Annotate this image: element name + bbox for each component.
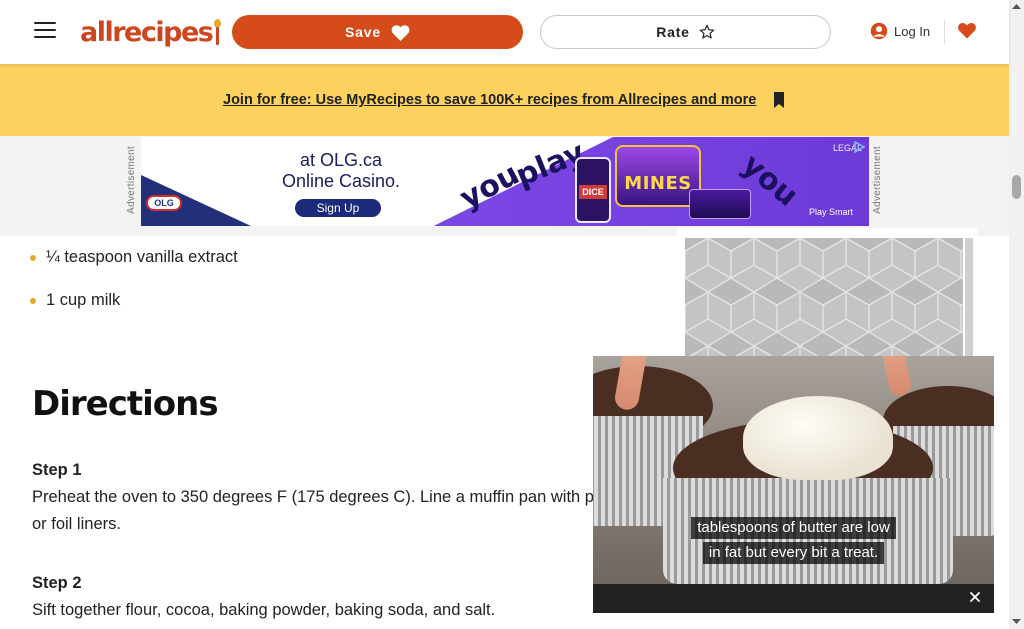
- ad-headline: at OLG.ca Online Casino.: [261, 150, 421, 192]
- olg-logo: OLG: [146, 195, 182, 211]
- ingredient-list: ¼ teaspoon vanilla extract 1 cup milk: [30, 246, 238, 332]
- spoon-icon: [214, 19, 222, 45]
- rate-button[interactable]: Rate: [540, 15, 831, 49]
- ad-dice-game: DICE: [579, 185, 607, 199]
- ad-mines-game: MINES: [624, 173, 692, 194]
- directions-heading: Directions: [32, 384, 219, 424]
- advertisement-label-right: Advertisement: [872, 146, 883, 214]
- ingredient-item[interactable]: 1 cup milk: [30, 289, 238, 332]
- scroll-down-arrow-icon[interactable]: [1011, 618, 1022, 626]
- ad-headline-line-2: Online Casino.: [281, 171, 401, 191]
- cupcake-frosting: [743, 396, 893, 480]
- myrecipes-promo-banner: Join for free: Use MyRecipes to save 100…: [0, 64, 1009, 136]
- ad-play-smart: Play Smart: [809, 207, 854, 217]
- ad-headline-line-1: at OLG.ca: [299, 150, 383, 170]
- ingredient-item[interactable]: ¼ teaspoon vanilla extract: [30, 246, 238, 289]
- login-label: Log In: [894, 23, 931, 39]
- bullet-icon: [30, 255, 36, 261]
- header-divider: [944, 20, 945, 44]
- direction-step-1[interactable]: Step 1 Preheat the oven to 350 degrees F…: [32, 457, 632, 538]
- step-label: Step 2: [32, 574, 82, 592]
- caption-line-1: tablespoons of butter are low: [691, 517, 896, 539]
- logo-text: allrecipes: [80, 16, 214, 48]
- save-button[interactable]: Save: [232, 15, 523, 49]
- hamburger-menu-icon[interactable]: [34, 22, 56, 40]
- join-for-free-link[interactable]: Join for free: Use MyRecipes to save 100…: [223, 92, 756, 108]
- ingredient-text: ¼ teaspoon vanilla extract: [46, 248, 238, 266]
- advertisement-label-left: Advertisement: [126, 146, 137, 214]
- heart-icon: [391, 24, 410, 41]
- video-control-bar: [593, 584, 994, 613]
- ad-game-card: [689, 189, 751, 219]
- scroll-thumb[interactable]: [1012, 175, 1021, 199]
- close-icon: [970, 592, 980, 602]
- site-header: allrecipes Save Rate Log In: [0, 0, 1009, 64]
- login-link[interactable]: Log In: [870, 22, 930, 40]
- ad-signup-button[interactable]: Sign Up: [294, 198, 382, 218]
- bullet-icon: [30, 298, 36, 304]
- video-frame: tablespoons of butter are low in fat but…: [593, 356, 994, 584]
- user-icon: [870, 22, 888, 40]
- scroll-up-arrow-icon[interactable]: [1011, 2, 1022, 10]
- rate-button-label: Rate: [656, 24, 690, 40]
- step-text: Sift together flour, cocoa, baking powde…: [32, 601, 496, 619]
- video-captions: tablespoons of butter are low in fat but…: [593, 517, 994, 567]
- sticky-video-player[interactable]: tablespoons of butter are low in fat but…: [593, 356, 994, 613]
- star-icon: [699, 24, 715, 39]
- step-label: Step 1: [32, 461, 82, 479]
- direction-step-2[interactable]: Step 2 Sift together flour, cocoa, bakin…: [32, 570, 632, 624]
- page-scrollbar[interactable]: [1009, 0, 1024, 629]
- allrecipes-logo[interactable]: allrecipes: [80, 16, 222, 48]
- olg-casino-ad[interactable]: OLG at OLG.ca Online Casino. Sign Up you…: [141, 137, 869, 226]
- caption-line-2: in fat but every bit a treat.: [702, 542, 885, 564]
- finger: [879, 356, 913, 398]
- step-text: Preheat the oven to 350 degrees F (175 d…: [32, 488, 627, 533]
- favorites-heart-icon[interactable]: [957, 20, 977, 42]
- promo-close-icon[interactable]: [771, 90, 787, 110]
- adchoices-icon[interactable]: [853, 141, 865, 153]
- ingredient-text: 1 cup milk: [46, 291, 121, 309]
- save-button-label: Save: [345, 24, 381, 40]
- video-close-icon[interactable]: [964, 586, 986, 608]
